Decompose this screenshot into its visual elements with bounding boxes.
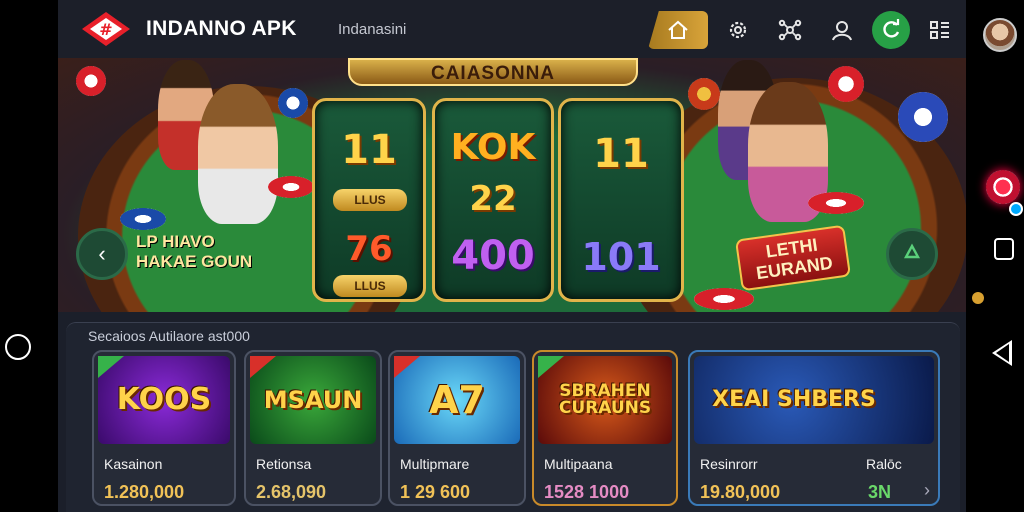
- system-recents-button[interactable]: [994, 238, 1014, 260]
- casino-chip-icon: [120, 208, 166, 230]
- reel-bottom-value: 76: [345, 229, 393, 269]
- hero-prev-button[interactable]: ‹: [76, 228, 128, 280]
- nav-network-button[interactable]: [768, 11, 812, 49]
- system-bar-left: [0, 0, 58, 512]
- reel-bottom-value: 400: [451, 233, 535, 279]
- game-card-value: 19.80,000: [700, 482, 781, 502]
- reel-top-value: 11: [593, 131, 649, 177]
- game-card-value: 1.280,000: [104, 482, 185, 502]
- refresh-icon: [883, 19, 900, 38]
- casino-chip-icon: [808, 192, 864, 214]
- section-title: Secaioos Autilaore ast000: [88, 328, 250, 344]
- game-card-art-title: KOOS: [116, 382, 212, 417]
- game-card-art: A7: [394, 356, 520, 444]
- app-title: INDANNO APK: [146, 17, 297, 40]
- game-card-name: Kasainon: [104, 456, 163, 472]
- game-card[interactable]: A7 Multipmare 1 29 600: [388, 350, 526, 506]
- reel-middle-value: 22: [469, 179, 517, 219]
- game-card-name: Retionsa: [256, 456, 312, 472]
- promo-left-line1: LP HIAVO: [136, 232, 215, 251]
- game-card-art-title: A7: [429, 378, 485, 422]
- settings-gear-icon: [729, 21, 747, 39]
- hero-next-button[interactable]: [886, 228, 938, 280]
- svg-text:#: #: [99, 20, 112, 39]
- notification-dot-icon: [1009, 202, 1023, 216]
- game-card[interactable]: MSAUN Retionsa 2.68,090: [244, 350, 382, 506]
- app-subtitle: Indanasini: [338, 21, 407, 38]
- game-card-art-title: SBRAHEN CURAUNS: [558, 381, 652, 418]
- reel-top-value: 11: [341, 127, 397, 173]
- network-icon: [778, 19, 802, 41]
- reel-bottom-value: 101: [581, 235, 661, 279]
- game-card-art-title: XEAI SHBERS: [712, 387, 876, 412]
- game-card[interactable]: XEAI SHBERS Resinrorr 19.80,000 Ralōc 3N…: [688, 350, 940, 506]
- app-window: # INDANNO APK Indanasini CAIASONNA 11 LL…: [58, 0, 966, 512]
- casino-chip-icon: [268, 176, 314, 198]
- game-card-name: Multipmare: [400, 456, 470, 472]
- device-screen: # INDANNO APK Indanasini CAIASONNA 11 LL…: [0, 0, 1024, 512]
- game-card-value: 1528 1000: [544, 482, 630, 502]
- status-dot-icon: [972, 292, 984, 304]
- casino-chip-icon: [828, 66, 864, 102]
- recycle-icon: [903, 243, 921, 259]
- hero-banner[interactable]: CAIASONNA 11 LLUS 76 LLUS KOK 22 400 11 …: [58, 58, 966, 312]
- nav-settings-button[interactable]: [716, 11, 760, 49]
- game-card-art: MSAUN: [250, 356, 376, 444]
- casino-chip-icon: [76, 66, 106, 96]
- game-card-art-title: MSAUN: [263, 386, 363, 414]
- top-nav: [648, 8, 966, 52]
- promo-left: LP HIAVO HAKAE GOUN: [136, 232, 252, 272]
- slot-reel: 11 LLUS 76 LLUS: [312, 98, 426, 302]
- home-icon: [668, 20, 688, 39]
- game-card-art: XEAI SHBERS: [694, 356, 934, 444]
- profile-avatar[interactable]: [983, 18, 1017, 52]
- hero-title-banner: CAIASONNA: [348, 58, 638, 86]
- nav-refresh-button[interactable]: [872, 11, 910, 49]
- game-card-art: SBRAHEN CURAUNS: [538, 356, 672, 444]
- grid-menu-icon: [930, 21, 949, 39]
- floating-chip-icon[interactable]: [986, 170, 1020, 204]
- game-card-art: KOOS: [98, 356, 230, 444]
- game-card[interactable]: SBRAHEN CURAUNS Multipaana 1528 1000: [532, 350, 678, 506]
- casino-chip-icon: [278, 88, 308, 118]
- player-illustration: [198, 84, 278, 224]
- casino-chip-icon: [694, 288, 754, 310]
- casino-chip-icon: [898, 92, 948, 142]
- casino-chip-icon: [688, 78, 720, 110]
- slot-reel: KOK 22 400: [432, 98, 554, 302]
- chevron-right-icon[interactable]: ›: [924, 480, 930, 501]
- nav-menu-button[interactable]: [918, 11, 962, 49]
- user-icon: [832, 21, 852, 41]
- game-card-name: Multipaana: [544, 456, 613, 472]
- nav-home-button[interactable]: [648, 11, 708, 49]
- promo-left-line2: HAKAE GOUN: [136, 252, 253, 271]
- top-bar: # INDANNO APK Indanasini: [58, 0, 966, 58]
- nav-profile-button[interactable]: [820, 11, 864, 49]
- game-card-value: 2.68,090: [256, 482, 327, 502]
- chevron-left-icon: ‹: [98, 241, 106, 266]
- reel-tag: LLUS: [333, 275, 407, 297]
- games-section: Secaioos Autilaore ast000 KOOS Kasainon …: [66, 322, 960, 512]
- game-card-side-value: 3N: [868, 482, 892, 502]
- reel-tag: LLUS: [333, 189, 407, 211]
- reel-top-value: KOK: [450, 127, 536, 168]
- system-home-button[interactable]: [5, 334, 31, 360]
- system-back-button[interactable]: [992, 340, 1012, 366]
- game-card-name: Resinrorr: [700, 456, 758, 472]
- brand-logo-icon: #: [82, 12, 130, 46]
- game-card-value: 1 29 600: [400, 482, 471, 502]
- game-card[interactable]: KOOS Kasainon 1.280,000: [92, 350, 236, 506]
- slot-reel: 11 101: [558, 98, 684, 302]
- game-card-side-name: Ralōc: [866, 456, 902, 472]
